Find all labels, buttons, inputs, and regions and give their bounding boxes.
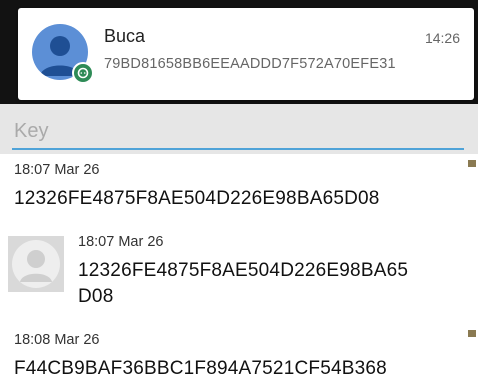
message-item[interactable]: 18:07 Mar 26 12326FE4875F8AE504D226E98BA… [0, 226, 478, 325]
message-time: 18:07 Mar 26 [78, 234, 164, 250]
message-text: 12326FE4875F8AE504D226E98BA65D08 [14, 188, 380, 209]
chat-badge-icon [72, 62, 94, 84]
message-text: F44CB9BAF36BBC1F894A7521CF54B368 [14, 358, 387, 379]
message-text-line1: 12326FE4875F8AE504D226E98BA65 [78, 260, 409, 281]
sender-avatar [32, 24, 94, 84]
notification-time: 14:26 [424, 30, 460, 46]
message-item[interactable]: 18:08 Mar 26 F44CB9BAF36BBC1F894A7521CF5… [0, 324, 478, 384]
message-time: 18:08 Mar 26 [14, 332, 100, 348]
flag-icon [468, 330, 476, 337]
contact-avatar-icon [8, 236, 64, 292]
message-item[interactable]: 18:07 Mar 26 12326FE4875F8AE504D226E98BA… [0, 154, 478, 227]
key-search-input[interactable] [12, 114, 464, 150]
search-bar [0, 104, 478, 154]
message-time: 18:07 Mar 26 [14, 162, 100, 178]
flag-icon [468, 160, 476, 167]
message-text-line2: D08 [78, 286, 114, 307]
message-notification[interactable]: Buca 14:26 79BD81658BB6EEAADDD7F572A70EF… [18, 8, 474, 100]
notification-body: 79BD81658BB6EEAADDD7F572A70EFE31 [104, 56, 396, 72]
notification-sender: Buca [104, 26, 146, 46]
